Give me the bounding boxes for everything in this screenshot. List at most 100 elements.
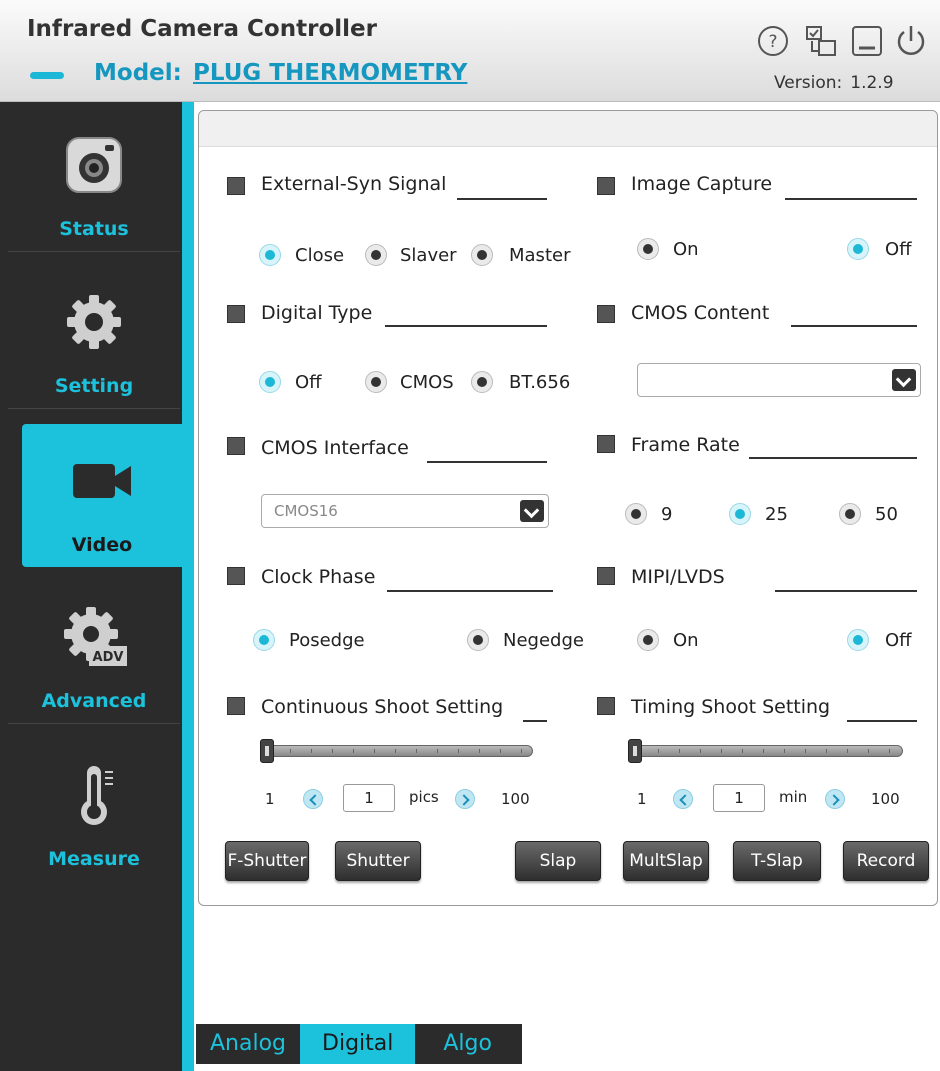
radio-external-close[interactable]: [259, 244, 281, 266]
radio-label: Negedge: [503, 630, 584, 651]
digital-type-label: Digital Type: [261, 302, 373, 324]
radio-framerate-25[interactable]: [729, 503, 751, 525]
slider-thumb[interactable]: [628, 739, 642, 763]
radio-label: Close: [295, 245, 345, 266]
sidebar: Status Setting Video ADV Advanced Measur…: [0, 102, 182, 1071]
model-link[interactable]: PLUG THERMOMETRY: [193, 60, 467, 86]
image-capture-label: Image Capture: [631, 173, 773, 195]
cmos-content-select[interactable]: [637, 363, 921, 397]
cmos-content-label: CMOS Content: [631, 302, 770, 324]
radio-digital-off[interactable]: [259, 371, 281, 393]
tab-analog[interactable]: Analog: [196, 1024, 301, 1064]
cmos-interface-label: CMOS Interface: [261, 437, 409, 459]
gear-icon: [67, 295, 121, 349]
frame-rate-label: Frame Rate: [631, 434, 740, 456]
shutter-button[interactable]: Shutter: [335, 841, 421, 881]
radio-mipi-on[interactable]: [637, 629, 659, 651]
camera-icon: [66, 137, 122, 193]
sidebar-item-label: Setting: [54, 375, 134, 397]
sidebar-item-label: Video: [71, 534, 133, 556]
sidebar-item-label: Measure: [48, 848, 140, 870]
video-camera-icon: [73, 464, 131, 498]
radio-clock-posedge[interactable]: [253, 629, 275, 651]
slider-ticks: [638, 749, 894, 753]
radio-external-slaver[interactable]: [365, 244, 387, 266]
mode-tabs: Analog Digital Algo: [196, 1024, 522, 1064]
chevron-down-icon: [520, 500, 544, 522]
timing-shoot-value[interactable]: 1: [713, 784, 765, 812]
increment-icon[interactable]: [455, 789, 475, 809]
section-underline: [791, 325, 917, 327]
window-controls: ?: [756, 24, 932, 60]
slider-thumb[interactable]: [260, 739, 274, 763]
mipi-lvds-label: MIPI/LVDS: [631, 566, 725, 588]
cmos-interface-select[interactable]: CMOS16: [261, 494, 549, 528]
slider-max: 100: [871, 790, 900, 808]
multslap-button[interactable]: MultSlap: [623, 841, 709, 881]
radio-label: Off: [885, 630, 912, 651]
radio-framerate-9[interactable]: [625, 503, 647, 525]
radio-clock-negedge[interactable]: [467, 629, 489, 651]
sidebar-item-video[interactable]: Video: [22, 424, 182, 567]
section-underline: [385, 325, 547, 327]
unit-label: min: [779, 788, 808, 806]
radio-digital-cmos[interactable]: [365, 371, 387, 393]
radio-label: Off: [885, 239, 912, 260]
section-underline: [785, 198, 917, 200]
continuous-shoot-value[interactable]: 1: [343, 784, 395, 812]
select-value: CMOS16: [274, 502, 338, 520]
slap-button[interactable]: Slap: [515, 841, 601, 881]
decrement-icon[interactable]: [673, 789, 693, 809]
radio-digital-bt656[interactable]: [471, 371, 493, 393]
slider-max: 100: [501, 790, 530, 808]
help-icon[interactable]: ?: [756, 24, 790, 58]
advanced-gear-icon: ADV: [64, 607, 127, 666]
radio-framerate-50[interactable]: [839, 503, 861, 525]
section-marker: [227, 697, 245, 715]
section-marker: [597, 305, 615, 323]
model-indicator: [30, 72, 64, 79]
section-marker: [597, 697, 615, 715]
sidebar-item-measure[interactable]: Measure: [8, 732, 180, 882]
section-underline: [749, 457, 917, 459]
section-underline: [847, 720, 917, 722]
section-underline: [427, 461, 547, 463]
continuous-shoot-slider[interactable]: [260, 739, 533, 763]
record-button[interactable]: Record: [843, 841, 929, 881]
radio-label: Master: [509, 245, 571, 266]
section-marker: [597, 567, 615, 585]
radio-capture-on[interactable]: [637, 238, 659, 260]
svg-text:ADV: ADV: [93, 650, 124, 665]
sidebar-item-label: Status: [59, 218, 129, 240]
power-icon[interactable]: [894, 24, 928, 58]
radio-label: Slaver: [400, 245, 457, 266]
radio-label: On: [673, 239, 699, 260]
t-slap-button[interactable]: T-Slap: [733, 841, 821, 881]
continuous-shoot-label: Continuous Shoot Setting: [261, 696, 504, 718]
thermometer-icon: [81, 766, 113, 825]
sidebar-item-status[interactable]: Status: [8, 102, 180, 252]
f-shutter-button[interactable]: F-Shutter: [225, 841, 309, 881]
radio-label: 50: [875, 504, 898, 525]
sidebar-item-advanced[interactable]: ADV Advanced: [8, 574, 180, 724]
version-value: 1.2.9: [850, 73, 894, 93]
radio-external-master[interactable]: [471, 244, 493, 266]
timing-shoot-label: Timing Shoot Setting: [631, 696, 831, 718]
model-label: Model:: [94, 60, 182, 86]
minimize-icon[interactable]: [850, 24, 884, 58]
svg-text:?: ?: [768, 32, 777, 52]
section-underline: [523, 720, 547, 722]
radio-capture-off[interactable]: [847, 238, 869, 260]
timing-shoot-slider[interactable]: [628, 739, 903, 763]
increment-icon[interactable]: [825, 789, 845, 809]
settings-switch-icon[interactable]: [804, 24, 838, 58]
tab-algo[interactable]: Algo: [415, 1024, 522, 1064]
section-underline: [775, 590, 917, 592]
version-label: Version:: [774, 73, 843, 93]
decrement-icon[interactable]: [303, 789, 323, 809]
sidebar-item-setting[interactable]: Setting: [8, 259, 180, 409]
unit-label: pics: [409, 788, 439, 806]
radio-mipi-off[interactable]: [847, 629, 869, 651]
app-title: Infrared Camera Controller: [27, 16, 377, 42]
tab-digital[interactable]: Digital: [300, 1024, 416, 1064]
